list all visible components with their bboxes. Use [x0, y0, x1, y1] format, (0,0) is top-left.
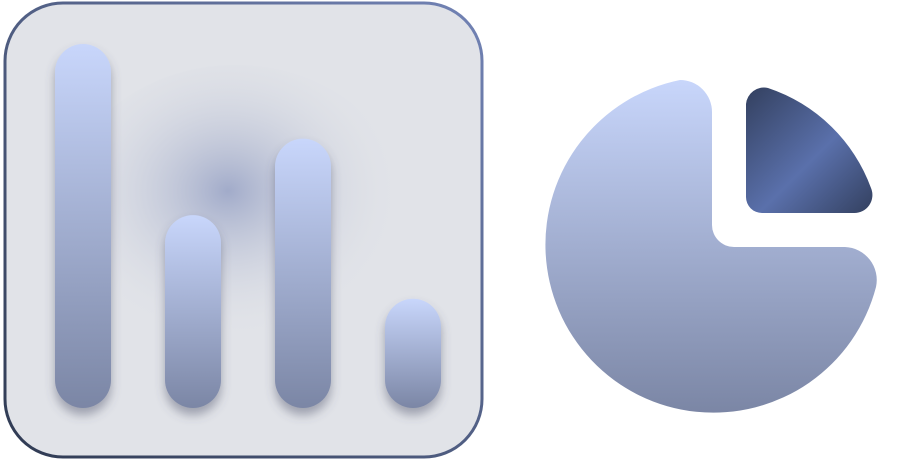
- icon-canvas: [0, 0, 913, 460]
- bar-chart-icon: [3, 1, 484, 459]
- bar-1: [55, 44, 111, 408]
- pie-slice-segment: [746, 87, 873, 214]
- bar-4: [385, 298, 441, 408]
- icon-artwork: [3, 1, 877, 459]
- bar-2: [165, 215, 221, 408]
- pie-chart-icon: [545, 80, 877, 413]
- tile-glow: [60, 65, 410, 365]
- bar-3: [275, 138, 331, 408]
